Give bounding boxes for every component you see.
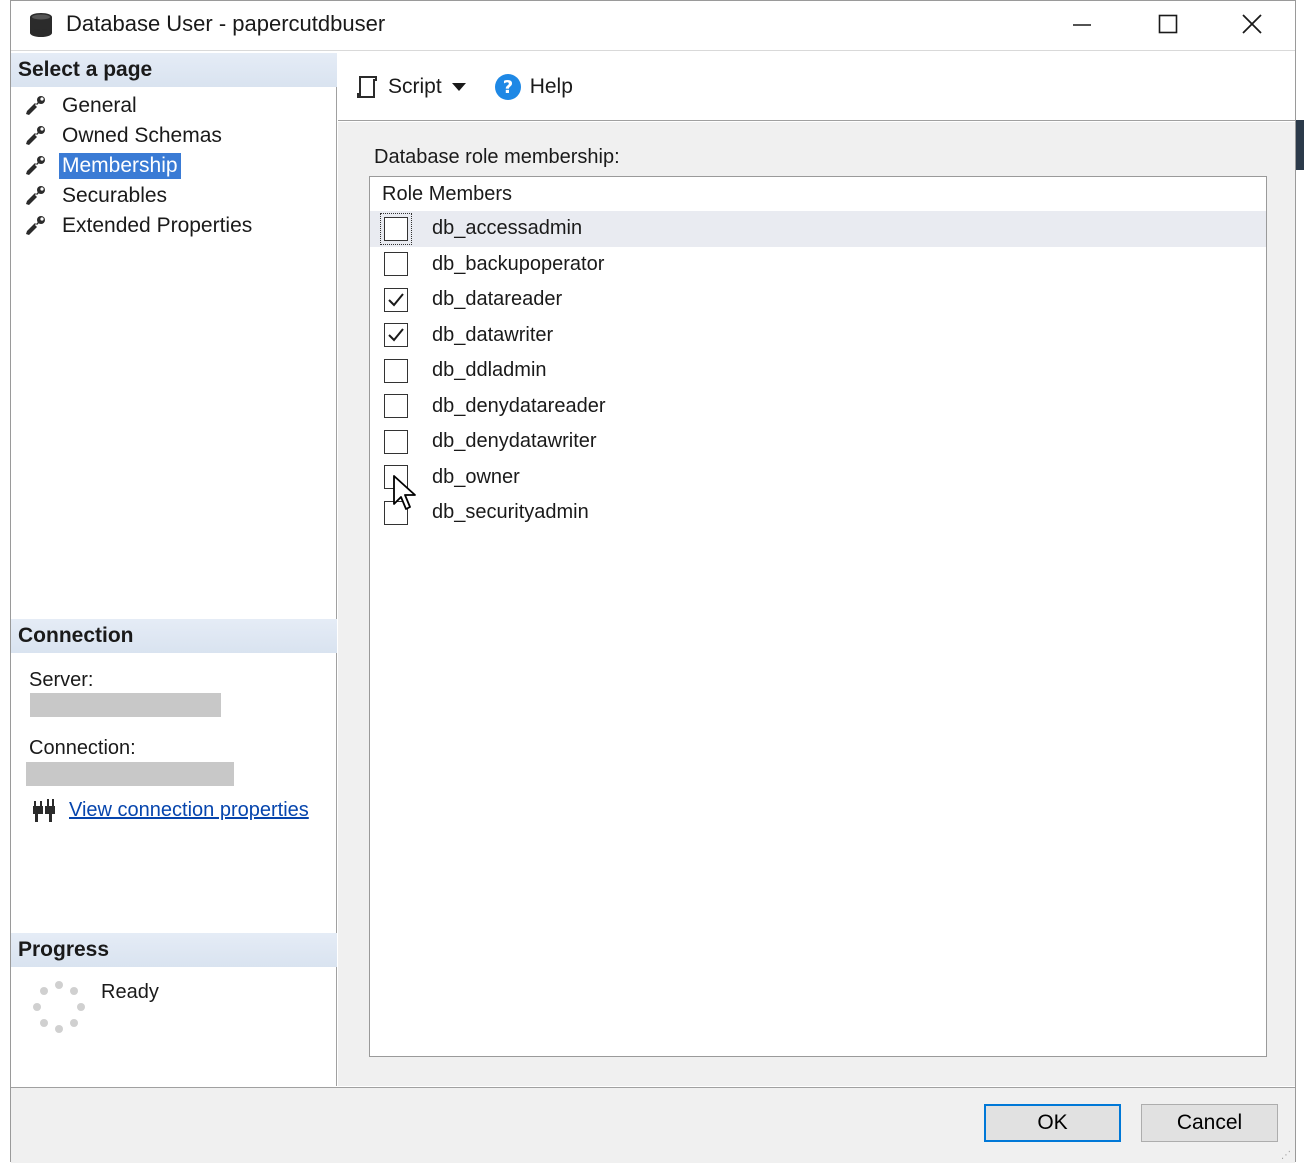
page-item-label: Extended Properties	[62, 214, 253, 237]
role-members-list[interactable]: Role Members db_accessadmin db_backupope…	[369, 176, 1267, 1057]
progress-header: Progress	[11, 933, 337, 967]
role-checkbox[interactable]	[384, 429, 408, 454]
select-page-header: Select a page	[11, 53, 337, 87]
desktop-background	[0, 0, 10, 1164]
wrench-icon	[26, 96, 45, 115]
wrench-icon	[26, 156, 45, 175]
checkmark-icon	[388, 328, 404, 342]
page-item-label: Membership	[59, 153, 181, 179]
page-item-securables[interactable]: Securables	[23, 181, 255, 211]
help-button[interactable]: ? Help	[494, 73, 573, 101]
maximize-button[interactable]	[1125, 1, 1211, 47]
toolbar: Script ? Help	[338, 53, 1295, 121]
role-row-db-backupoperator[interactable]: db_backupoperator	[370, 247, 1266, 283]
role-name: db_datareader	[432, 288, 563, 311]
script-icon	[357, 75, 377, 98]
role-name: db_ddladmin	[432, 359, 547, 382]
chevron-down-icon[interactable]	[451, 82, 466, 91]
role-row-db-ddladmin[interactable]: db_ddladmin	[370, 353, 1266, 389]
desktop-background-edge	[1296, 120, 1304, 170]
database-icon	[30, 13, 52, 37]
mouse-cursor-icon	[393, 475, 416, 510]
page-item-general[interactable]: General	[23, 91, 255, 121]
role-name: db_owner	[432, 465, 520, 488]
role-membership-caption: Database role membership:	[374, 146, 620, 168]
ok-button[interactable]: OK	[984, 1104, 1121, 1142]
page-list: General Owned Schemas Membership Securab…	[23, 91, 255, 241]
role-row-db-datawriter[interactable]: db_datawriter	[370, 318, 1266, 354]
role-name: db_securityadmin	[432, 501, 589, 524]
page-item-label: Owned Schemas	[62, 124, 222, 147]
wrench-icon	[26, 216, 45, 235]
role-name: db_denydatareader	[432, 394, 606, 417]
server-value-redacted	[30, 693, 221, 717]
help-label: Help	[529, 74, 573, 98]
close-button[interactable]	[1209, 1, 1295, 47]
role-name: db_denydatawriter	[432, 430, 597, 453]
role-name: db_backupoperator	[432, 252, 605, 275]
script-button[interactable]: Script	[354, 74, 480, 100]
membership-page: Database role membership: Role Members d…	[338, 122, 1295, 1086]
page-item-membership[interactable]: Membership	[23, 151, 255, 181]
role-members-header: Role Members	[382, 183, 513, 205]
script-label: Script	[388, 74, 442, 98]
role-name: db_datawriter	[432, 323, 554, 346]
role-row-db-datareader[interactable]: db_datareader	[370, 282, 1266, 318]
role-row-db-denydatareader[interactable]: db_denydatareader	[370, 389, 1266, 425]
role-name: db_accessadmin	[432, 217, 583, 240]
role-checkbox[interactable]	[384, 323, 408, 348]
role-checkbox[interactable]	[384, 358, 408, 383]
minimize-button[interactable]	[1039, 1, 1125, 47]
checkmark-icon	[388, 293, 404, 307]
cancel-button[interactable]: Cancel	[1141, 1104, 1278, 1142]
plug-icon	[33, 799, 55, 822]
maximize-icon	[1158, 14, 1178, 34]
page-item-label: General	[62, 94, 137, 117]
minimize-icon	[1073, 24, 1091, 26]
svg-text:?: ?	[502, 77, 512, 98]
database-user-dialog: Database User - papercutdbuser Select a …	[10, 0, 1296, 1163]
role-row-db-denydatawriter[interactable]: db_denydatawriter	[370, 424, 1266, 460]
window-title: Database User - papercutdbuser	[66, 11, 386, 36]
role-row-db-securityadmin[interactable]: db_securityadmin	[370, 495, 1266, 531]
progress-spinner-icon	[33, 981, 85, 1033]
connection-header: Connection	[11, 619, 337, 653]
close-icon	[1242, 14, 1262, 34]
role-checkbox[interactable]	[384, 252, 408, 277]
role-row-db-owner[interactable]: db_owner	[370, 460, 1266, 496]
help-icon: ?	[494, 73, 521, 100]
role-checkbox[interactable]	[380, 212, 412, 245]
resize-grip-icon[interactable]: ⋰	[1281, 1150, 1291, 1161]
page-item-owned-schemas[interactable]: Owned Schemas	[23, 121, 255, 151]
connection-value-redacted	[26, 762, 234, 786]
connection-label: Connection:	[29, 737, 136, 759]
page-item-label: Securables	[62, 184, 168, 207]
wrench-icon	[26, 126, 45, 145]
title-bar[interactable]: Database User - papercutdbuser	[11, 1, 1295, 51]
server-label: Server:	[29, 669, 94, 691]
role-checkbox[interactable]	[384, 287, 408, 312]
page-item-extended-properties[interactable]: Extended Properties	[23, 211, 255, 241]
role-row-db-accessadmin[interactable]: db_accessadmin	[370, 211, 1266, 247]
left-panel: Select a page General Owned Schemas Memb…	[11, 53, 337, 1086]
wrench-icon	[26, 186, 45, 205]
view-connection-properties-link[interactable]: View connection properties	[31, 797, 309, 823]
view-connection-properties-label[interactable]: View connection properties	[69, 799, 309, 822]
progress-status: Ready	[101, 981, 159, 1003]
role-checkbox[interactable]	[384, 394, 408, 419]
dialog-button-bar: OK Cancel ⋰	[11, 1087, 1295, 1163]
